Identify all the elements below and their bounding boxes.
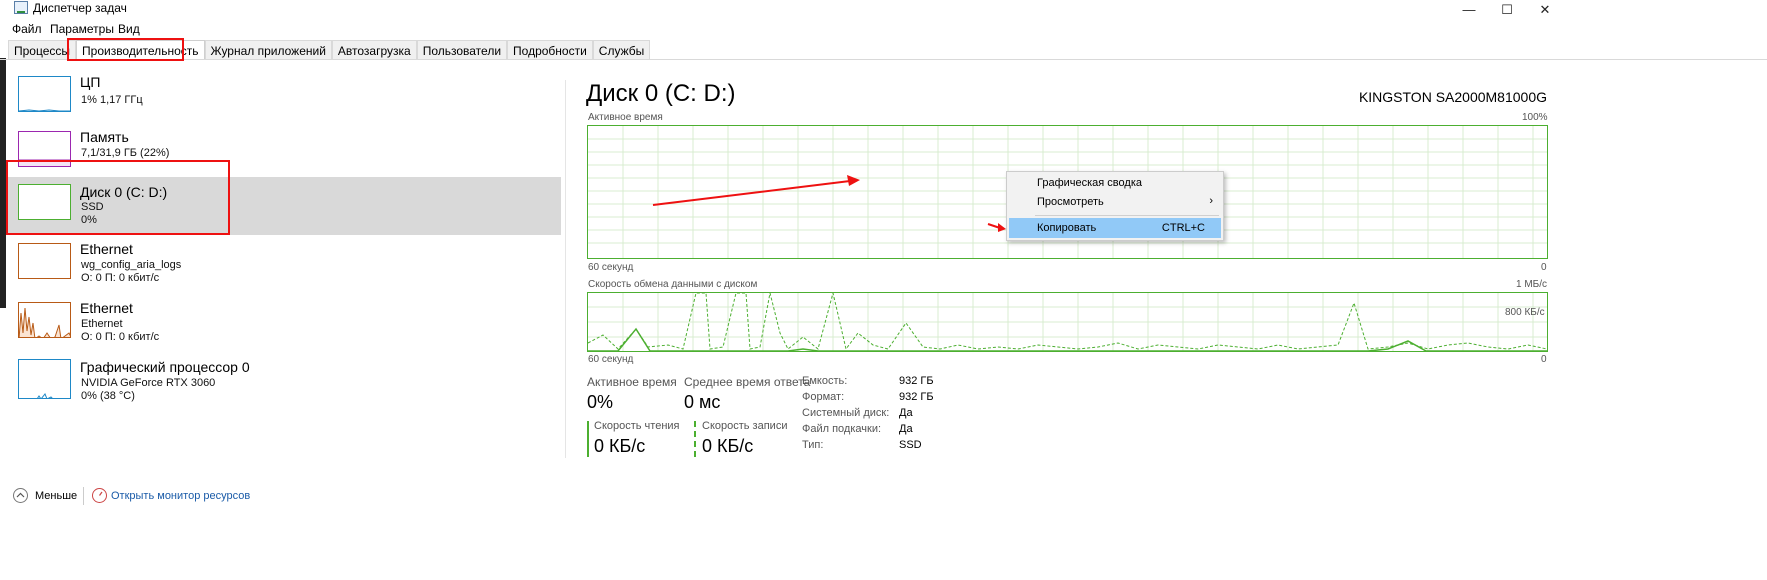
context-menu-shortcut: CTRL+C [1161, 222, 1205, 234]
open-resource-monitor-link[interactable]: Открыть монитор ресурсов [111, 490, 250, 502]
prop-value: 932 ГБ [899, 391, 934, 403]
prop-value: Да [899, 423, 913, 435]
resource-monitor-icon [92, 488, 107, 503]
graph1-time: 60 секунд [588, 262, 634, 273]
sidebar-item-subtitle: 7,1/31,9 ГБ (22%) [81, 147, 170, 159]
context-menu-label: Графическая сводка [1037, 177, 1142, 189]
tab-divider [0, 59, 1767, 60]
footer: Меньше Открыть монитор ресурсов [0, 486, 600, 506]
ethernet-mini-graph [18, 302, 71, 338]
prop-label: Тип: [802, 439, 824, 451]
sidebar-item-title: Ethernet [80, 241, 133, 257]
graph1-min: 0 [1541, 262, 1547, 273]
menu-file[interactable]: Файл [12, 22, 42, 36]
sidebar-item-ethernet-1[interactable]: Ethernet wg_config_aria_logs О: 0 П: 0 к… [8, 239, 561, 297]
sidebar-item-cpu[interactable]: ЦП 1% 1,17 ГГц [8, 72, 561, 130]
window-title: Диспетчер задач [33, 1, 127, 15]
prop-value: SSD [899, 439, 922, 451]
active-time-label: Активное время [587, 375, 677, 389]
close-icon[interactable]: ✕ [1522, 0, 1568, 19]
graph1-max: 100% [1522, 112, 1548, 123]
sidebar-item-title: Графический процессор 0 [80, 359, 250, 375]
read-speed-label: Скорость чтения [594, 420, 680, 432]
response-time-label: Среднее время ответа [684, 375, 811, 389]
sidebar-item-subtitle: Ethernet [81, 318, 123, 330]
prop-label: Системный диск: [802, 407, 890, 419]
write-speed-value: 0 КБ/с [702, 436, 754, 456]
prop-label: Емкость: [802, 375, 848, 387]
page-title: Диск 0 (C: D:) [586, 80, 736, 107]
fewer-details-button[interactable]: Меньше [35, 490, 77, 502]
disk-model: KINGSTON SA2000M81000G [1358, 89, 1547, 105]
sidebar-item-ethernet-2[interactable]: Ethernet Ethernet О: 0 П: 0 кбит/с [8, 298, 561, 356]
tab-app-history[interactable]: Журнал приложений [204, 40, 332, 60]
panel-divider [565, 80, 566, 458]
transfer-rate-graph [587, 292, 1548, 352]
graph2-mid: 800 КБ/с [1505, 307, 1545, 318]
write-speed-label: Скорость записи [702, 420, 788, 432]
context-menu-item-summary[interactable]: Графическая сводка [1009, 173, 1221, 193]
sidebar-item-title: Ethernet [80, 300, 133, 316]
menu-view[interactable]: Вид [118, 22, 140, 36]
context-menu-separator [1035, 215, 1219, 216]
ethernet-mini-graph [18, 243, 71, 279]
transfer-rate-plot [587, 292, 1548, 352]
graph2-time: 60 секунд [588, 354, 634, 365]
write-speed-indicator [694, 421, 696, 457]
chevron-up-icon[interactable] [13, 488, 28, 503]
context-menu-item-copy[interactable]: Копировать CTRL+C [1009, 218, 1221, 238]
read-speed-value: 0 КБ/с [594, 436, 646, 456]
context-menu-item-view[interactable]: Просмотреть › [1009, 192, 1221, 212]
sidebar-item-gpu[interactable]: Графический процессор 0 NVIDIA GeForce R… [8, 357, 561, 415]
sidebar-item-usage: 0% (38 °C) [81, 390, 135, 402]
menu-bar: Файл Параметры Вид [0, 19, 1767, 39]
graph2-min: 0 [1541, 354, 1547, 365]
tab-details[interactable]: Подробности [507, 40, 593, 60]
sidebar-item-subtitle: wg_config_aria_logs [81, 259, 182, 271]
context-menu-label: Просмотреть [1037, 196, 1104, 208]
graph2-label: Скорость обмена данными с диском [588, 279, 758, 290]
active-time-value: 0% [587, 392, 614, 412]
app-icon [14, 1, 28, 14]
response-time-value: 0 мс [684, 392, 721, 412]
annotation-arrow [652, 175, 860, 206]
footer-separator [83, 487, 84, 505]
chevron-right-icon: › [1209, 195, 1213, 207]
prop-value: 932 ГБ [899, 375, 934, 387]
tab-users[interactable]: Пользователи [416, 40, 508, 60]
title-bar: Диспетчер задач — ☐ ✕ [0, 0, 1767, 19]
tab-startup[interactable]: Автозагрузка [331, 40, 417, 60]
graph1-label: Активное время [588, 112, 663, 123]
cpu-mini-graph [18, 76, 71, 112]
sidebar-item-subtitle: NVIDIA GeForce RTX 3060 [81, 377, 216, 389]
context-menu: Графическая сводка Просмотреть › Копиров… [1006, 171, 1224, 241]
sidebar-item-throughput: О: 0 П: 0 кбит/с [81, 331, 160, 343]
context-menu-label: Копировать [1037, 222, 1097, 234]
annotation-highlight-tab [67, 38, 184, 61]
graph2-max: 1 МБ/с [1516, 279, 1548, 290]
sidebar-item-subtitle: 1% 1,17 ГГц [81, 94, 143, 106]
read-speed-indicator [587, 421, 589, 457]
annotation-highlight-disk [6, 160, 230, 235]
menu-options[interactable]: Параметры [50, 22, 114, 36]
sidebar-item-title: Память [80, 129, 129, 145]
prop-value: Да [899, 407, 913, 419]
tab-processes[interactable]: Процессы [8, 40, 77, 60]
prop-label: Файл подкачки: [802, 423, 882, 435]
gpu-mini-graph [18, 359, 71, 399]
sidebar-item-throughput: О: 0 П: 0 кбит/с [81, 272, 160, 284]
tab-services[interactable]: Службы [592, 40, 651, 60]
sidebar-item-title: ЦП [80, 74, 101, 90]
prop-label: Формат: [802, 391, 845, 403]
